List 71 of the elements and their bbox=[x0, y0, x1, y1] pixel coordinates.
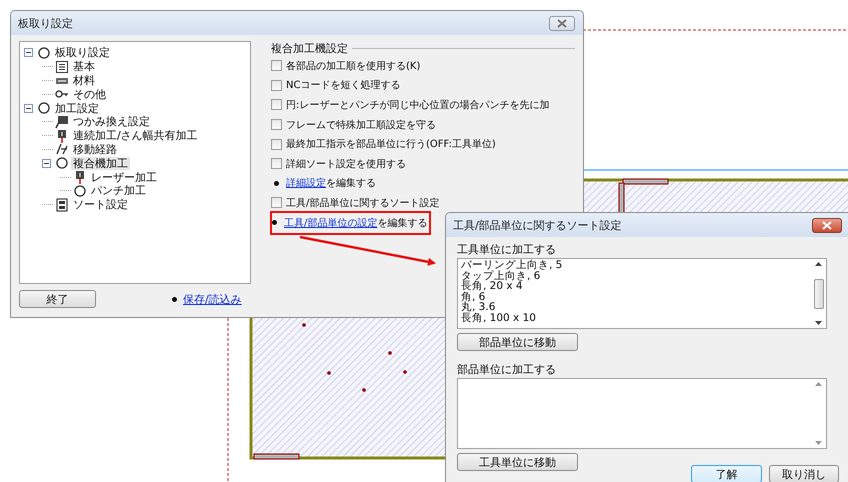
circle-icon bbox=[37, 101, 51, 116]
checkbox[interactable] bbox=[271, 138, 282, 150]
tree-item[interactable]: 複合機加工 bbox=[71, 156, 130, 170]
exit-button[interactable]: 終了 bbox=[19, 290, 96, 308]
tool-unit-list[interactable]: バーリング上向き, 5 タップ上向き, 6 長角, 20 x 4 角, 6 丸, 3.6 長角, 100 x 10 bbox=[457, 258, 827, 329]
bullet-icon bbox=[172, 296, 177, 302]
save-load-link[interactable]: 保存/読込み bbox=[183, 292, 242, 306]
list-item[interactable]: 長角, 100 x 10 bbox=[461, 312, 808, 323]
edit-instruction: 工具/部品単位の設定を編集する bbox=[284, 216, 428, 230]
scroll-down-icon[interactable] bbox=[815, 321, 822, 325]
checkbox[interactable] bbox=[271, 197, 282, 208]
list-item[interactable]: バーリング上向き, 5 bbox=[461, 260, 808, 270]
move-to-part-button[interactable]: 部品単位に移動 bbox=[457, 333, 578, 351]
tree-item[interactable]: その他 bbox=[71, 88, 108, 101]
checkbox-label: 最終加工指示を部品単位に行う(OFF:工具単位) bbox=[286, 138, 496, 152]
list-item[interactable]: 角, 6 bbox=[461, 292, 808, 302]
list-item[interactable]: 長角, 20 x 4 bbox=[461, 281, 808, 292]
scroll-up-icon[interactable] bbox=[815, 262, 822, 266]
checkbox-label: 詳細ソート設定を使用する bbox=[286, 158, 406, 171]
checkbox[interactable] bbox=[271, 99, 282, 110]
tree-item[interactable]: 材料 bbox=[71, 74, 97, 87]
list-item[interactable]: 丸, 3.6 bbox=[461, 302, 808, 312]
laser-head-icon bbox=[55, 128, 69, 143]
checkbox-label: フレームで特殊加工順設定を守る bbox=[286, 118, 436, 132]
window-title: 工具/部品単位に関するソート設定 bbox=[453, 218, 622, 232]
checkbox[interactable] bbox=[271, 60, 282, 72]
close-button[interactable] bbox=[549, 16, 575, 30]
close-icon bbox=[822, 220, 832, 230]
settings-link[interactable]: 詳細設定 bbox=[286, 178, 326, 190]
section-title: 複合加工機設定 bbox=[271, 41, 348, 56]
move-to-tool-button[interactable]: 工具単位に移動 bbox=[457, 453, 578, 471]
tree-item[interactable]: つかみ換え設定 bbox=[71, 115, 152, 128]
list-label: 部品単位に加工する bbox=[457, 362, 557, 378]
tree-item[interactable]: ソート設定 bbox=[71, 198, 130, 212]
tree-item[interactable]: 移動経路 bbox=[71, 142, 119, 156]
edit-instruction: 詳細設定を編集する bbox=[286, 176, 376, 190]
grip-icon bbox=[55, 114, 69, 129]
checkbox[interactable] bbox=[271, 119, 282, 130]
checkbox[interactable] bbox=[271, 80, 282, 91]
list-icon bbox=[55, 60, 69, 74]
path-icon bbox=[55, 142, 69, 156]
collapse-icon[interactable] bbox=[42, 158, 51, 168]
checkbox-label: 工具/部品単位に関するソート設定 bbox=[286, 196, 440, 210]
collapse-icon[interactable] bbox=[24, 48, 33, 58]
ok-button[interactable]: 了解 bbox=[691, 465, 762, 482]
cancel-button[interactable]: 取り消し bbox=[769, 465, 839, 482]
close-icon bbox=[557, 18, 567, 28]
tree-item[interactable]: 基本 bbox=[71, 60, 97, 74]
checkbox-label: 各部品の加工順を使用する(K) bbox=[286, 60, 420, 73]
checkbox-label: NCコードを短く処理する bbox=[286, 79, 400, 92]
circle-icon bbox=[73, 184, 87, 198]
circle-icon bbox=[55, 156, 69, 170]
sort-icon bbox=[55, 198, 69, 212]
scroll-thumb[interactable] bbox=[814, 278, 824, 308]
collapse-icon[interactable] bbox=[24, 104, 33, 113]
tree-item[interactable]: 連続加工/さん幅共有加工 bbox=[71, 129, 200, 142]
tree-item[interactable]: 加工設定 bbox=[53, 102, 101, 115]
laser-head-icon bbox=[73, 170, 87, 184]
list-label: 工具単位に加工する bbox=[457, 242, 557, 258]
tree-item[interactable]: 板取り設定 bbox=[53, 46, 112, 60]
bullet-icon bbox=[274, 180, 279, 186]
circle-icon bbox=[37, 46, 51, 60]
checkbox[interactable] bbox=[271, 158, 282, 170]
list-item[interactable]: タップ上向き, 6 bbox=[461, 270, 808, 281]
tree-item[interactable]: レーザー加工 bbox=[89, 170, 159, 184]
window-title: 板取り設定 bbox=[18, 16, 73, 30]
close-button[interactable] bbox=[812, 218, 842, 232]
checkbox-label: 円:レーザーとパンチが同じ中心位置の場合パンチを先に加 bbox=[286, 98, 550, 112]
tree-item[interactable]: パンチ加工 bbox=[89, 184, 148, 198]
bullet-icon bbox=[272, 220, 277, 226]
settings-link[interactable]: 工具/部品単位の設定 bbox=[284, 218, 378, 229]
